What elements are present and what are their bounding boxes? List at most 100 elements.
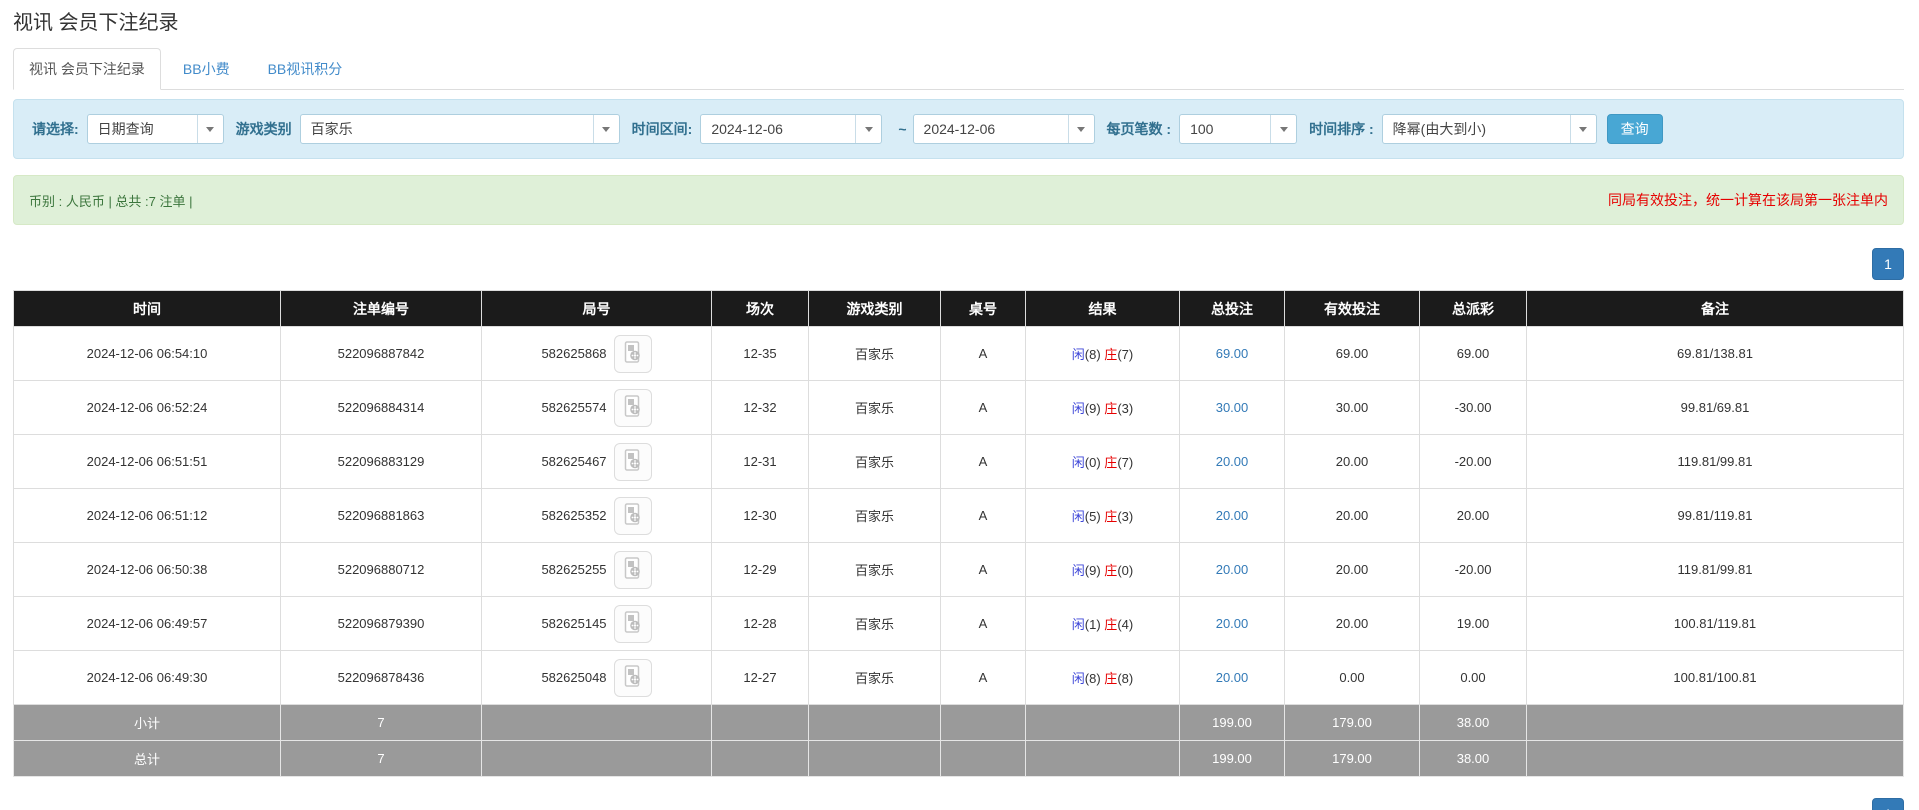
date-from-select[interactable]: 2024-12-06 — [700, 114, 882, 144]
result-player-score: (1) — [1085, 617, 1105, 632]
cell-payout: 19.00 — [1420, 597, 1527, 651]
query-type-select[interactable]: 日期查询 — [87, 114, 224, 144]
filter-bar: 请选择: 日期查询 游戏类别 百家乐 时间区间: 2024-12-06 ~ 20… — [13, 99, 1904, 159]
cell-valid-bet: 20.00 — [1285, 597, 1420, 651]
valid-bet-notice: 同局有效投注，统一计算在该局第一张注单内 — [1608, 190, 1888, 210]
summary-count: 7 — [281, 705, 482, 741]
result-player-score: (5) — [1085, 509, 1105, 524]
query-button[interactable]: 查询 — [1607, 114, 1663, 144]
chevron-down-icon[interactable] — [593, 115, 619, 143]
result-banker-label: 庄 — [1104, 509, 1117, 524]
column-header: 局号 — [482, 291, 712, 327]
table-row: 2024-12-06 06:51:51522096883129582625467… — [14, 435, 1904, 489]
query-type-value: 日期查询 — [88, 115, 197, 143]
result-banker-score: (8) — [1117, 671, 1133, 686]
table-row: 2024-12-06 06:51:12522096881863582625352… — [14, 489, 1904, 543]
cell-round-id: 582625467 — [482, 435, 712, 489]
total-bet-link[interactable]: 20.00 — [1216, 670, 1249, 685]
total-bet-link[interactable]: 20.00 — [1216, 616, 1249, 631]
cell-remark: 119.81/99.81 — [1527, 543, 1904, 597]
round-id-text: 582625868 — [541, 346, 606, 361]
cell-result: 闲(9) 庄(0) — [1026, 543, 1180, 597]
total-bet-link[interactable]: 69.00 — [1216, 346, 1249, 361]
result-player-label: 闲 — [1072, 617, 1085, 632]
cell-bet-id: 522096881863 — [281, 489, 482, 543]
video-replay-button[interactable] — [614, 605, 652, 643]
cell-result: 闲(5) 庄(3) — [1026, 489, 1180, 543]
sort-order-value: 降幂(由大到小) — [1383, 115, 1570, 143]
chevron-down-icon[interactable] — [1068, 115, 1094, 143]
cell-bet-id: 522096878436 — [281, 651, 482, 705]
video-replay-button[interactable] — [614, 443, 652, 481]
total-bet-link[interactable]: 20.00 — [1216, 508, 1249, 523]
column-header: 备注 — [1527, 291, 1904, 327]
cell-bet-id: 522096884314 — [281, 381, 482, 435]
cell-game-type: 百家乐 — [809, 435, 941, 489]
cell-remark: 100.81/100.81 — [1527, 651, 1904, 705]
cell-table-no: A — [941, 543, 1026, 597]
cell-total-bet: 69.00 — [1180, 327, 1285, 381]
cell-total-bet: 20.00 — [1180, 543, 1285, 597]
cell-game-type: 百家乐 — [809, 597, 941, 651]
chevron-down-icon[interactable] — [1570, 115, 1596, 143]
result-banker-score: (4) — [1117, 617, 1133, 632]
result-banker-score: (3) — [1117, 509, 1133, 524]
summary-empty-cell — [809, 741, 941, 777]
result-banker-label: 庄 — [1104, 347, 1117, 362]
result-player-score: (9) — [1085, 401, 1105, 416]
cell-remark: 119.81/99.81 — [1527, 435, 1904, 489]
video-replay-button[interactable] — [614, 335, 652, 373]
total-bet-link[interactable]: 20.00 — [1216, 562, 1249, 577]
cell-session: 12-32 — [712, 381, 809, 435]
cell-remark: 99.81/119.81 — [1527, 489, 1904, 543]
round-id-text: 582625255 — [541, 562, 606, 577]
page-1-button[interactable]: 1 — [1872, 248, 1904, 280]
cell-bet-id: 522096880712 — [281, 543, 482, 597]
cell-valid-bet: 20.00 — [1285, 543, 1420, 597]
chevron-down-icon[interactable] — [855, 115, 881, 143]
range-separator: ~ — [898, 121, 906, 137]
total-bet-link[interactable]: 20.00 — [1216, 454, 1249, 469]
cell-table-no: A — [941, 489, 1026, 543]
result-banker-score: (3) — [1117, 401, 1133, 416]
cell-table-no: A — [941, 435, 1026, 489]
result-banker-label: 庄 — [1104, 563, 1117, 578]
video-replay-button[interactable] — [614, 551, 652, 589]
date-to-select[interactable]: 2024-12-06 — [913, 114, 1095, 144]
cell-total-bet: 20.00 — [1180, 435, 1285, 489]
column-header: 结果 — [1026, 291, 1180, 327]
cell-table-no: A — [941, 327, 1026, 381]
tab-bb-tip[interactable]: BB小费 — [167, 48, 246, 90]
column-header: 桌号 — [941, 291, 1026, 327]
cell-table-no: A — [941, 597, 1026, 651]
page-size-select[interactable]: 100 — [1179, 114, 1297, 144]
cell-remark: 100.81/119.81 — [1527, 597, 1904, 651]
tab-bb-video-points[interactable]: BB视讯积分 — [252, 48, 359, 90]
result-banker-label: 庄 — [1104, 671, 1117, 686]
video-replay-button[interactable] — [614, 389, 652, 427]
query-type-label: 请选择: — [32, 119, 79, 139]
cell-total-bet: 20.00 — [1180, 651, 1285, 705]
tab-betting-records[interactable]: 视讯 会员下注纪录 — [13, 48, 161, 90]
total-bet-link[interactable]: 30.00 — [1216, 400, 1249, 415]
result-banker-label: 庄 — [1104, 455, 1117, 470]
result-banker-label: 庄 — [1104, 401, 1117, 416]
cell-result: 闲(9) 庄(3) — [1026, 381, 1180, 435]
page-1-button[interactable]: 1 — [1872, 798, 1904, 810]
cell-payout: -20.00 — [1420, 543, 1527, 597]
video-replay-button[interactable] — [614, 659, 652, 697]
currency-total-text: 币别 : 人民币 | 总共 :7 注单 | — [29, 191, 193, 210]
chevron-down-icon[interactable] — [197, 115, 223, 143]
chevron-down-icon[interactable] — [1270, 115, 1296, 143]
pagination-top: 1 — [13, 248, 1904, 280]
cell-valid-bet: 20.00 — [1285, 435, 1420, 489]
sort-order-select[interactable]: 降幂(由大到小) — [1382, 114, 1597, 144]
cell-payout: -30.00 — [1420, 381, 1527, 435]
cell-time: 2024-12-06 06:54:10 — [14, 327, 281, 381]
summary-empty-cell — [941, 741, 1026, 777]
video-replay-icon — [622, 341, 644, 366]
cell-game-type: 百家乐 — [809, 543, 941, 597]
game-type-select[interactable]: 百家乐 — [300, 114, 620, 144]
game-type-label: 游戏类别 — [236, 119, 292, 139]
video-replay-button[interactable] — [614, 497, 652, 535]
